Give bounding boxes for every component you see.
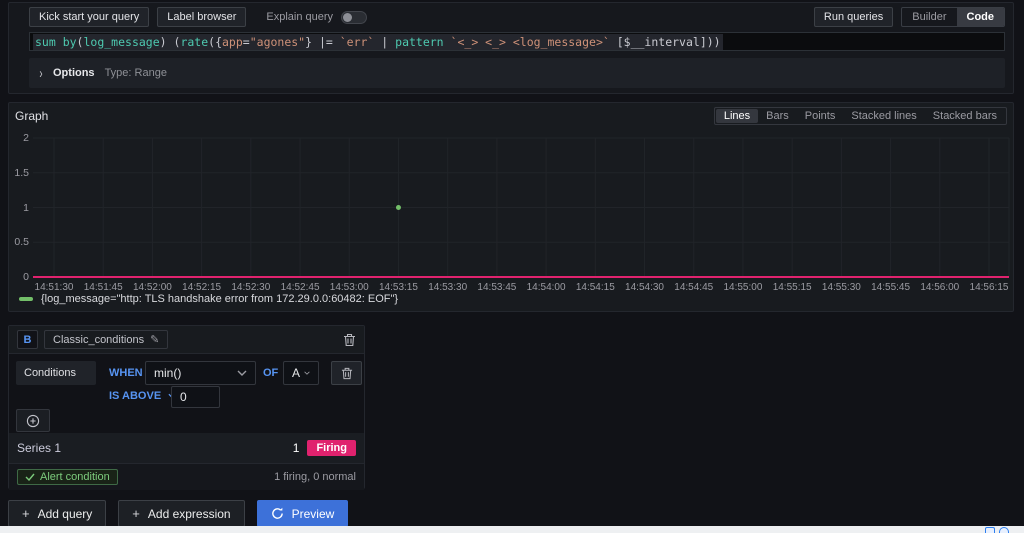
reducer-function-value: min() — [154, 366, 182, 380]
firing-state-badge: Firing — [307, 440, 356, 456]
plus-icon: + — [132, 506, 140, 521]
when-label: WHEN — [109, 367, 143, 379]
y-axis-tick-label: 1 — [23, 201, 29, 214]
query-token: ])) — [699, 34, 721, 49]
add-condition-button[interactable] — [16, 409, 50, 432]
query-token: $__interval — [623, 34, 700, 49]
series-result-row: Series 1 1 Firing — [9, 433, 364, 463]
add-expression-button[interactable]: + Add expression — [118, 500, 245, 527]
expression-footer: Alert condition 1 firing, 0 normal — [9, 463, 364, 490]
cutoff-icon-fragment — [985, 527, 995, 533]
query-token: [ — [609, 34, 624, 49]
refresh-icon — [271, 507, 283, 519]
data-point[interactable] — [395, 205, 401, 210]
operator-value: IS ABOVE — [109, 390, 162, 402]
timeseries-chart[interactable] — [9, 103, 1013, 311]
explain-query-control: Explain query — [266, 10, 368, 24]
explain-query-toggle[interactable] — [341, 10, 368, 24]
chevron-down-icon — [237, 370, 247, 376]
query-token: `<_> <_> <log_message>` — [450, 34, 610, 49]
series-value: 1 — [292, 441, 300, 455]
expression-panel: B Classic_conditions ✎ Conditions WHEN m… — [8, 325, 365, 490]
delete-expression-button[interactable] — [343, 333, 356, 347]
page-bottom-strip — [0, 526, 1024, 533]
query-token: rate — [180, 34, 209, 49]
query-token: log_message — [83, 34, 160, 49]
series-name: Series 1 — [17, 441, 62, 455]
label-browser-button[interactable]: Label browser — [157, 7, 247, 27]
query-token: ) ( — [159, 34, 181, 49]
threshold-input[interactable] — [171, 386, 220, 408]
delete-condition-button[interactable] — [331, 361, 362, 385]
editor-mode-switcher: Builder Code — [901, 7, 1005, 27]
query-token: "agones" — [249, 34, 306, 49]
run-queries-button[interactable]: Run queries — [813, 7, 894, 27]
alert-condition-badge[interactable]: Alert condition — [17, 469, 118, 485]
of-label: OF — [263, 367, 279, 379]
graph-panel: Graph Lines Bars Points Stacked lines Stacke… — [8, 102, 1014, 312]
firing-summary-text: 1 firing, 0 normal — [274, 471, 356, 483]
chevron-right-icon: › — [39, 64, 43, 82]
query-toolbar: Kick start your query Label browser Expl… — [9, 3, 1013, 31]
trash-icon — [341, 367, 352, 379]
expression-name: Classic_conditions — [53, 333, 145, 346]
explain-query-label: Explain query — [266, 11, 334, 23]
edit-pencil-icon[interactable]: ✎ — [150, 333, 159, 346]
toggle-knob — [343, 12, 353, 22]
operator-select[interactable]: IS ABOVE — [109, 390, 177, 402]
query-ref-select[interactable]: A — [283, 361, 319, 385]
add-query-label: Add query — [37, 506, 93, 521]
preview-label: Preview — [291, 506, 335, 521]
query-ref-value: A — [292, 366, 301, 380]
preview-button[interactable]: Preview — [256, 500, 349, 527]
chevron-down-icon — [304, 371, 310, 375]
query-token: } |= — [305, 34, 340, 49]
chart-legend: {log_message="http: TLS handshake error … — [19, 293, 398, 305]
query-code-input[interactable]: sum by(log_message) (rate({app="agones"}… — [29, 32, 1005, 51]
expression-header: B Classic_conditions ✎ — [9, 326, 364, 354]
legend-series-label[interactable]: {log_message="http: TLS handshake error … — [41, 293, 398, 305]
cutoff-icon-fragment — [999, 527, 1009, 533]
query-token: app — [222, 34, 243, 49]
check-icon — [25, 473, 35, 481]
query-token: sum by — [35, 34, 77, 49]
expression-name-box[interactable]: Classic_conditions ✎ — [44, 330, 169, 349]
add-expression-label: Add expression — [147, 506, 231, 521]
query-token: ({ — [208, 34, 222, 49]
y-axis-tick-label: 2 — [23, 132, 29, 144]
plus-icon: + — [22, 506, 30, 521]
reducer-function-select[interactable]: min() — [145, 361, 256, 385]
options-label: Options — [53, 67, 95, 79]
options-type-text: Type: Range — [104, 67, 167, 79]
legend-series-swatch[interactable] — [19, 297, 33, 301]
code-mode-tab[interactable]: Code — [956, 8, 1004, 26]
alert-query-editor: Kick start your query Label browser Expl… — [0, 0, 1024, 533]
builder-mode-tab[interactable]: Builder — [902, 8, 956, 26]
query-token: `err` — [339, 34, 375, 49]
query-token: = — [242, 34, 250, 49]
conditions-label: Conditions — [16, 361, 96, 385]
plus-circle-icon — [26, 414, 40, 427]
editor-footer-bar: + Add query + Add expression Preview — [8, 500, 349, 527]
y-axis-tick-label: 0.5 — [14, 236, 29, 249]
alert-condition-label: Alert condition — [40, 471, 110, 483]
query-editor-panel: Kick start your query Label browser Expl… — [8, 2, 1014, 94]
trash-icon — [344, 333, 355, 346]
y-axis-tick-label: 1.5 — [14, 166, 29, 179]
add-query-button[interactable]: + Add query — [8, 500, 107, 527]
query-token: | — [374, 34, 396, 49]
query-token — [444, 35, 451, 49]
query-options-row[interactable]: › Options Type: Range — [29, 58, 1005, 88]
x-axis-tick-label: 14:56:15 — [969, 282, 1009, 293]
expression-ref-badge[interactable]: B — [17, 330, 38, 349]
kick-start-query-button[interactable]: Kick start your query — [29, 7, 150, 27]
query-expression-text: sum by(log_message) (rate({app="agones"}… — [33, 33, 723, 50]
query-token: pattern — [395, 34, 444, 49]
